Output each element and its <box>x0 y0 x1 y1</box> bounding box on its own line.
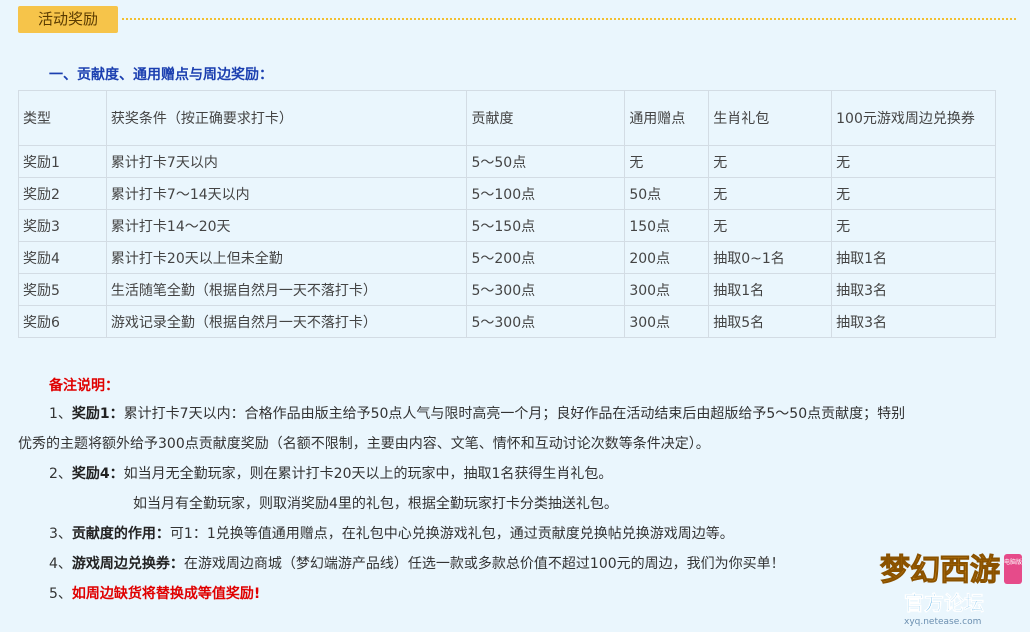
table-cell: 无 <box>708 145 833 178</box>
table-cell: 50点 <box>624 177 710 210</box>
table-row: 奖励1 累计打卡7天以内 5～50点 无 无 无 <box>18 145 996 178</box>
col-header-zodiac-gift: 生肖礼包 <box>708 90 833 146</box>
table-cell: 5～150点 <box>466 209 626 242</box>
note-text: 如当月无全勤玩家，则在累计打卡20天以上的玩家中，抽取1名获得生肖礼包。 <box>123 466 613 482</box>
table-cell: 奖励6 <box>18 305 107 338</box>
table-cell: 累计打卡7～14天以内 <box>105 177 468 210</box>
notes-title: 备注说明： <box>49 378 119 394</box>
note-label: 奖励4： <box>71 466 124 482</box>
table-cell: 抽取0~1名 <box>708 241 833 274</box>
table-cell: 抽取5名 <box>708 305 833 338</box>
table-cell: 5～200点 <box>466 241 626 274</box>
table-cell: 累计打卡20天以上但未全勤 <box>105 241 468 274</box>
table-cell: 奖励3 <box>18 209 107 242</box>
table-row: 奖励3 累计打卡14～20天 5～150点 150点 无 无 <box>18 209 996 242</box>
note-2-line-1: 2、奖励4：如当月无全勤玩家，则在累计打卡20天以上的玩家中，抽取1名获得生肖礼… <box>49 464 612 484</box>
table-cell: 游戏记录全勤（根据自然月一天不落打卡） <box>105 305 468 338</box>
table-row: 奖励6 游戏记录全勤（根据自然月一天不落打卡） 5～300点 300点 抽取5名… <box>18 305 996 338</box>
forum-logo: 梦幻西游 电脑版 官方论坛 xyq.netease.com <box>880 553 1023 628</box>
note-text: 如当月有全勤玩家，则取消奖励4里的礼包，根据全勤玩家打卡分类抽送礼包。 <box>133 496 618 512</box>
note-5: 5、如周边缺货将替换成等值奖励! <box>49 584 260 604</box>
logo-main-text: 梦幻西游 <box>880 553 1000 588</box>
note-text: 可1：1兑换等值通用赠点，在礼包中心兑换游戏礼包，通过贡献度兑换帖兑换游戏周边等… <box>169 526 734 542</box>
note-number: 4、 <box>49 556 72 572</box>
note-label: 游戏周边兑换券： <box>71 556 184 572</box>
table-cell: 5～50点 <box>466 145 626 178</box>
table-cell: 300点 <box>624 305 710 338</box>
logo-sub-text: 官方论坛 <box>904 591 984 615</box>
table-cell: 无 <box>831 177 996 210</box>
note-label: 奖励1： <box>71 406 124 422</box>
note-1-line-1: 1、奖励1：累计打卡7天以内：合格作品由版主给予50点人气与限时高亮一个月；良好… <box>49 404 905 424</box>
note-number: 3、 <box>49 526 72 542</box>
table-cell: 200点 <box>624 241 710 274</box>
note-3: 3、贡献度的作用：可1：1兑换等值通用赠点，在礼包中心兑换游戏礼包，通过贡献度兑… <box>49 524 734 544</box>
col-header-voucher: 100元游戏周边兑换券 <box>831 90 996 146</box>
note-1-line-2: 优秀的主题将额外给予300点贡献度奖励（名额不限制，主要由内容、文笔、情怀和互动… <box>18 434 710 454</box>
table-cell: 累计打卡7天以内 <box>105 145 468 178</box>
col-header-condition: 获奖条件（按正确要求打卡） <box>105 90 468 146</box>
table-cell: 150点 <box>624 209 710 242</box>
logo-url-text: xyq.netease.com <box>904 617 981 627</box>
table-cell: 奖励4 <box>18 241 107 274</box>
note-text: 在游戏周边商城（梦幻端游产品线）任选一款或多款总价值不超过100元的周边，我们为… <box>183 556 785 572</box>
section-title: 一、贡献度、通用赠点与周边奖励： <box>49 67 273 83</box>
note-2-line-2: 如当月有全勤玩家，则取消奖励4里的礼包，根据全勤玩家打卡分类抽送礼包。 <box>133 494 618 514</box>
note-number: 2、 <box>49 466 72 482</box>
table-cell: 抽取3名 <box>831 305 996 338</box>
note-number: 1、 <box>49 406 72 422</box>
logo-badge-text: 电脑版 <box>1004 558 1022 566</box>
table-row: 奖励4 累计打卡20天以上但未全勤 5～200点 200点 抽取0~1名 抽取1… <box>18 241 996 274</box>
table-cell: 无 <box>624 145 710 178</box>
table-cell: 无 <box>831 209 996 242</box>
note-text: 累计打卡7天以内：合格作品由版主给予50点人气与限时高亮一个月；良好作品在活动结… <box>123 406 906 422</box>
table-cell: 5～100点 <box>466 177 626 210</box>
table-cell: 5～300点 <box>466 273 626 306</box>
table-cell: 无 <box>831 145 996 178</box>
table-cell: 5～300点 <box>466 305 626 338</box>
table-cell: 生活随笔全勤（根据自然月一天不落打卡） <box>105 273 468 306</box>
table-cell: 抽取1名 <box>708 273 833 306</box>
table-header-row: 类型 获奖条件（按正确要求打卡） 贡献度 通用赠点 生肖礼包 100元游戏周边兑… <box>18 90 996 146</box>
note-text-highlight: 如周边缺货将替换成等值奖励! <box>71 586 261 602</box>
table-cell: 无 <box>708 209 833 242</box>
activity-reward-tab: 活动奖励 <box>18 6 118 33</box>
reward-table: 类型 获奖条件（按正确要求打卡） 贡献度 通用赠点 生肖礼包 100元游戏周边兑… <box>18 90 996 338</box>
table-cell: 奖励2 <box>18 177 107 210</box>
table-cell: 无 <box>708 177 833 210</box>
table-cell: 奖励5 <box>18 273 107 306</box>
table-row: 奖励5 生活随笔全勤（根据自然月一天不落打卡） 5～300点 300点 抽取1名… <box>18 273 996 306</box>
note-text: 优秀的主题将额外给予300点贡献度奖励（名额不限制，主要由内容、文笔、情怀和互动… <box>18 436 710 452</box>
table-cell: 300点 <box>624 273 710 306</box>
header-dotted-divider <box>122 18 1016 20</box>
table-cell: 累计打卡14～20天 <box>105 209 468 242</box>
col-header-points: 通用赠点 <box>624 90 710 146</box>
note-4: 4、游戏周边兑换券：在游戏周边商城（梦幻端游产品线）任选一款或多款总价值不超过1… <box>49 554 785 574</box>
table-cell: 抽取3名 <box>831 273 996 306</box>
table-cell: 抽取1名 <box>831 241 996 274</box>
col-header-type: 类型 <box>18 90 107 146</box>
col-header-contribution: 贡献度 <box>466 90 626 146</box>
note-label: 贡献度的作用： <box>71 526 170 542</box>
note-number: 5、 <box>49 586 72 602</box>
table-row: 奖励2 累计打卡7～14天以内 5～100点 50点 无 无 <box>18 177 996 210</box>
section-header: 活动奖励 <box>18 6 1016 34</box>
table-cell: 奖励1 <box>18 145 107 178</box>
